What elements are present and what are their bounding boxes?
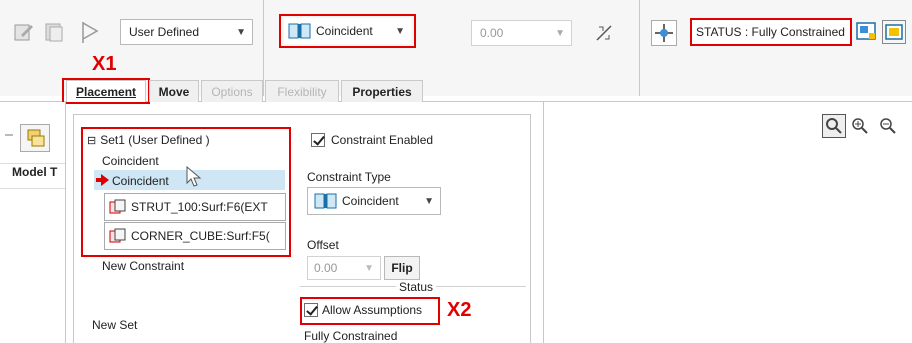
chevron-down-icon: ▼	[395, 25, 405, 37]
constraint-enabled-checkbox[interactable]: Constraint Enabled	[311, 133, 433, 147]
constraint-item[interactable]: Coincident	[102, 154, 159, 168]
tab-properties[interactable]: Properties	[341, 80, 423, 102]
graphics-window[interactable]	[544, 102, 912, 343]
reference-type-value: User Defined	[129, 25, 200, 39]
new-constraint-link[interactable]: New Constraint	[102, 259, 184, 273]
reference-label-2: CORNER_CUBE:Surf:F5(	[131, 229, 270, 243]
column-header-bottom-rule	[0, 188, 65, 189]
annotation-x1: X1	[92, 53, 117, 75]
reference-field-2[interactable]: CORNER_CUBE:Surf:F5(	[104, 222, 286, 250]
reference-label-1: STRUT_100:Surf:F6(EXT	[131, 200, 268, 214]
check-icon[interactable]	[304, 303, 318, 317]
arrow-right-icon	[96, 173, 110, 187]
sheet-icon[interactable]	[42, 20, 66, 44]
panel-constraint-type-value: Coincident	[342, 194, 399, 208]
offset-input[interactable]: 0.00 ▼	[471, 20, 572, 46]
refit-icon[interactable]	[822, 114, 846, 138]
tab-move[interactable]: Move	[149, 80, 199, 102]
separate-window-icon[interactable]	[854, 20, 878, 44]
constraint-enabled-label: Constraint Enabled	[331, 133, 434, 147]
annotation-x2: X2	[447, 299, 472, 321]
chevron-down-icon: ▼	[555, 27, 565, 39]
panel-offset-value: 0.00	[314, 261, 338, 275]
tab-options[interactable]: Options	[201, 80, 263, 102]
constraint-type-heading: Constraint Type	[307, 170, 391, 184]
constraint-type-value: Coincident	[316, 24, 373, 38]
toolbar-separator	[263, 0, 264, 96]
chevron-down-icon: ▼	[236, 26, 246, 38]
allow-assumptions-checkbox[interactable]: Allow Assumptions	[304, 303, 422, 317]
surface-reference-icon	[109, 199, 127, 215]
new-set-link[interactable]: New Set	[92, 318, 137, 332]
model-tree-icon[interactable]	[20, 124, 50, 152]
zoom-in-icon[interactable]	[848, 114, 872, 138]
model-tree-column-header: Model T	[12, 165, 58, 179]
chevron-down-icon: ▼	[424, 195, 434, 207]
constraint-status-value: Fully Constrained	[304, 329, 398, 343]
column-header-top-rule	[0, 163, 65, 164]
status-indicator: STATUS : Fully Constrained	[690, 18, 852, 46]
surface-reference-icon	[109, 228, 127, 244]
flag-icon[interactable]	[78, 18, 102, 46]
move-component-icon[interactable]	[651, 20, 677, 46]
assembly-window-icon[interactable]	[882, 20, 906, 44]
status-text: STATUS : Fully Constrained	[696, 25, 845, 39]
constraint-type-dropdown[interactable]: Coincident ▼	[284, 18, 411, 44]
flip-button[interactable]: Flip	[384, 256, 420, 280]
mouse-pointer-icon	[184, 166, 204, 188]
zoom-out-icon[interactable]	[876, 114, 900, 138]
reference-field-1[interactable]: STRUT_100:Surf:F6(EXT	[104, 193, 286, 221]
panel-constraint-type-dropdown[interactable]: Coincident ▼	[307, 187, 441, 215]
toolbar-separator	[639, 0, 640, 96]
offset-heading: Offset	[307, 238, 339, 252]
constraint-set-label: Set1 (User Defined )	[100, 133, 210, 147]
tab-flexibility[interactable]: Flexibility	[265, 80, 339, 102]
flip-icon[interactable]	[593, 22, 615, 44]
coincident-icon	[314, 192, 338, 210]
constraint-item-label: Coincident	[112, 174, 169, 188]
chevron-down-icon: ▼	[364, 262, 374, 274]
offset-input-value: 0.00	[480, 26, 504, 40]
check-icon[interactable]	[311, 133, 325, 147]
status-heading: Status	[396, 280, 437, 294]
allow-assumptions-label: Allow Assumptions	[322, 303, 423, 317]
tab-placement[interactable]: Placement	[66, 80, 146, 102]
reference-type-dropdown[interactable]: User Defined ▼	[120, 19, 253, 45]
constraint-set[interactable]: ⊟ Set1 (User Defined )	[87, 133, 210, 147]
panel-offset-input[interactable]: 0.00 ▼	[307, 256, 381, 280]
component-edit-icon[interactable]	[12, 20, 36, 44]
panel-divider	[65, 102, 66, 343]
coincident-icon	[288, 22, 312, 40]
expand-icon[interactable]	[2, 128, 16, 142]
collapse-icon[interactable]: ⊟	[87, 134, 96, 147]
